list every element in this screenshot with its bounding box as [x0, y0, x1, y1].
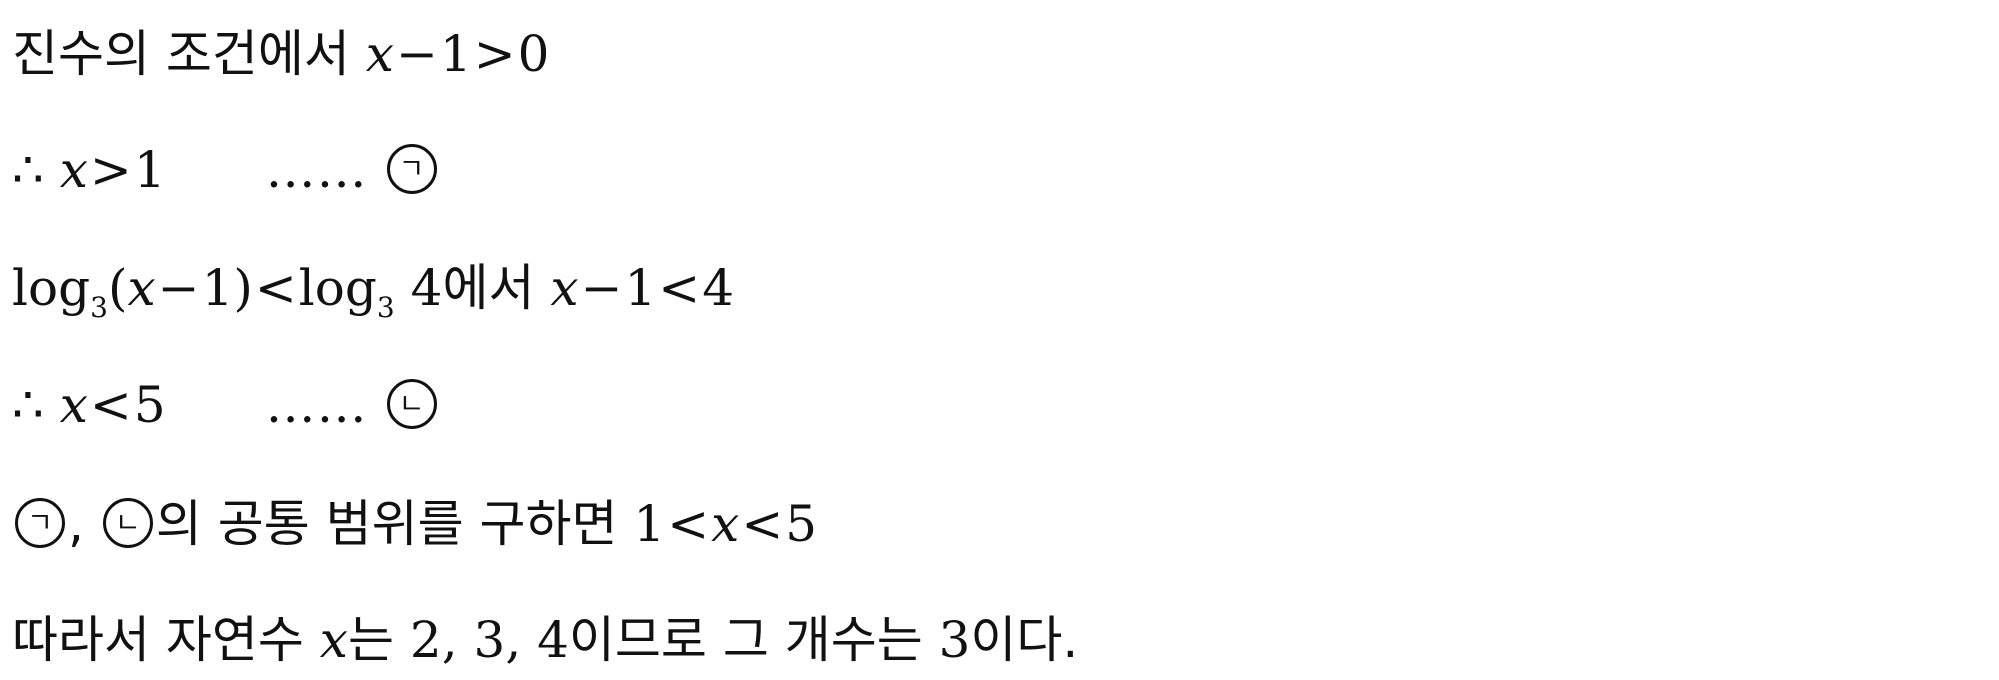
- number-one: 1: [439, 25, 472, 83]
- number-five: 5: [133, 376, 166, 434]
- conclusion-line: 따라서 자연수 x는 2, 3, 4이므로 그 개수는 3이다.: [12, 600, 1078, 680]
- circled-giyeok-marker: ㄱ: [386, 143, 437, 194]
- less-than-sign: <: [254, 259, 297, 317]
- result-one-line: ∴ x>1 …… ㄱ: [12, 130, 440, 210]
- common-range-text: 의 공통 범위를 구하면: [155, 495, 634, 553]
- natural-number-list: 2, 3, 4: [409, 611, 569, 669]
- sentence-ending: 이다.: [970, 611, 1079, 669]
- variable-x: x: [365, 25, 394, 83]
- variable-x: x: [59, 376, 88, 434]
- circled-giyeok-marker: ㄱ: [15, 497, 65, 548]
- less-than-sign-2: <: [741, 495, 784, 553]
- variable-x: x: [319, 611, 348, 669]
- condition-text: 진수의 조건에서: [12, 25, 366, 83]
- topic-particle: 는: [348, 611, 410, 669]
- therefore-symbol: ∴: [12, 376, 44, 434]
- left-paren: (: [107, 259, 128, 317]
- ellipsis-dots: ……: [265, 376, 368, 434]
- common-range-line: ㄱ, ㄴ의 공통 범위를 구하면 1<x<5: [12, 484, 817, 564]
- less-than-sign-2: <: [658, 259, 701, 317]
- solution-document: 진수의 조건에서 x−1>0 ∴ x>1…… ㄱ log3(x−1)<log3 …: [12, 0, 1987, 672]
- domain-condition-line: 진수의 조건에서 x−1>0: [12, 14, 549, 94]
- variable-x: x: [127, 259, 156, 317]
- minus-sign: −: [396, 25, 438, 83]
- variable-x: x: [711, 495, 740, 553]
- therefore-symbol: ∴: [12, 141, 44, 199]
- variable-x-2: x: [550, 259, 579, 317]
- comma: ,: [68, 495, 84, 553]
- number-three: 3: [938, 611, 971, 669]
- number-four-2: 4: [702, 259, 734, 317]
- variable-x: x: [59, 141, 88, 199]
- log-base: 3: [90, 291, 108, 324]
- number-one: 1: [633, 495, 666, 553]
- minus-sign: −: [157, 259, 200, 317]
- number-five: 5: [785, 495, 818, 553]
- minus-sign-2: −: [580, 259, 623, 317]
- log-inequality-line: log3(x−1)<log3 4에서 x−1<4: [12, 248, 734, 328]
- count-text: 이므로 그 개수는: [568, 611, 939, 669]
- number-one: 1: [201, 259, 234, 317]
- circled-nieun-marker: ㄴ: [102, 497, 153, 548]
- conclusion-text-start: 따라서 자연수: [12, 611, 320, 669]
- log-function-2: log: [298, 259, 377, 317]
- from-text: 에서: [442, 259, 551, 317]
- less-than-sign: <: [667, 495, 710, 553]
- log-function: log: [12, 259, 91, 317]
- number-one-2: 1: [624, 259, 657, 317]
- greater-than-sign: >: [473, 25, 516, 83]
- result-two-line: ∴ x<5 …… ㄴ: [12, 365, 440, 445]
- number-four: 4: [410, 259, 443, 317]
- ellipsis-dots: ……: [265, 141, 368, 199]
- circled-nieun-marker: ㄴ: [386, 378, 437, 429]
- number-zero: 0: [517, 25, 550, 83]
- less-than-sign: <: [89, 376, 132, 434]
- number-one: 1: [133, 141, 166, 199]
- log-base-2: 3: [376, 291, 395, 324]
- greater-than-sign: >: [89, 141, 132, 199]
- right-paren: ): [233, 259, 253, 317]
